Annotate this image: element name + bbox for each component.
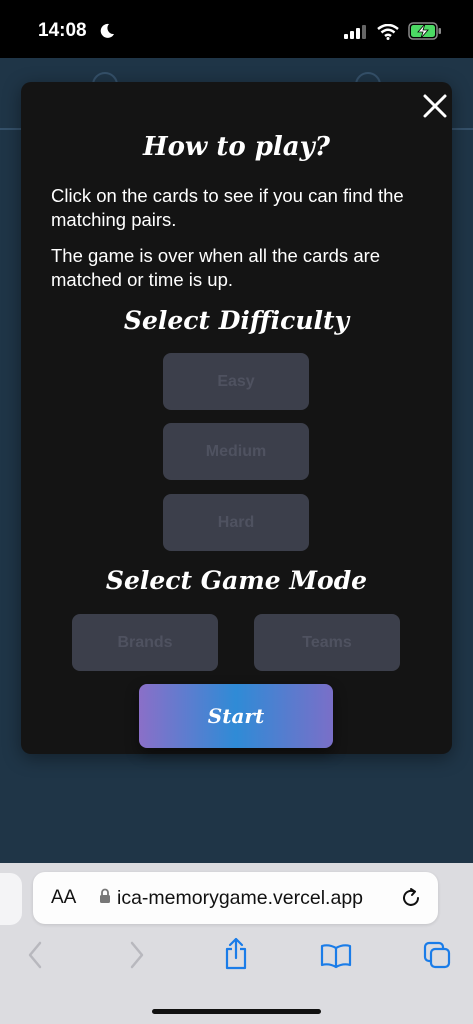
difficulty-heading: Select Difficulty xyxy=(123,306,350,335)
tabs-icon[interactable] xyxy=(423,941,451,969)
close-icon xyxy=(423,94,447,118)
hard-button[interactable]: Hard xyxy=(163,494,309,551)
brands-button[interactable]: Brands xyxy=(72,614,218,671)
address-bar[interactable]: AA ica-memorygame.vercel.app xyxy=(33,872,438,924)
how-to-play-modal: How to play? Click on the cards to see i… xyxy=(21,82,452,754)
start-button[interactable]: Start xyxy=(139,684,333,748)
medium-button[interactable]: Medium xyxy=(163,423,309,480)
easy-button[interactable]: Easy xyxy=(163,353,309,410)
battery-charging-icon xyxy=(408,22,441,40)
forward-icon[interactable] xyxy=(128,940,146,970)
text-size-button[interactable]: AA xyxy=(51,887,76,909)
reload-icon[interactable] xyxy=(400,887,422,909)
teams-button[interactable]: Teams xyxy=(254,614,400,671)
moon-icon xyxy=(100,23,114,38)
lock-icon xyxy=(100,888,110,903)
modal-title: How to play? xyxy=(143,132,330,162)
bookmarks-icon[interactable] xyxy=(320,943,352,969)
wifi-icon xyxy=(377,24,399,40)
instruction-text: Click on the cards to see if you can fin… xyxy=(51,185,404,230)
signal-icon xyxy=(344,25,366,39)
previous-tab-preview[interactable] xyxy=(0,873,22,925)
game-mode-heading: Select Game Mode xyxy=(105,566,368,595)
status-bar: 14:08 xyxy=(0,0,473,58)
browser-toolbar: AA ica-memorygame.vercel.app xyxy=(0,863,473,1024)
url-text: ica-memorygame.vercel.app xyxy=(117,887,364,909)
status-time: 14:08 xyxy=(38,20,87,41)
instruction-text: The game is over when all the cards are … xyxy=(51,245,381,290)
close-button[interactable] xyxy=(420,91,450,121)
back-icon[interactable] xyxy=(26,940,44,970)
share-icon[interactable] xyxy=(223,937,249,971)
home-indicator xyxy=(152,1009,321,1014)
